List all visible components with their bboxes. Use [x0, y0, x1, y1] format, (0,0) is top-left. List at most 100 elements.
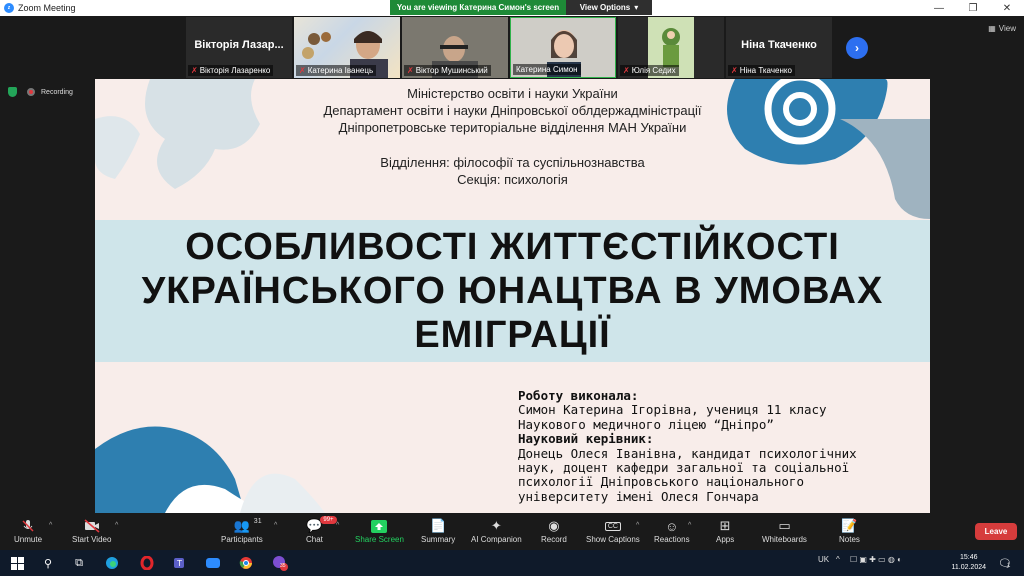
window-title: Zoom Meeting	[18, 3, 76, 13]
chat-badge: 99+	[320, 516, 337, 524]
department-line: Департамент освіти і науки Дніпровської …	[323, 103, 702, 118]
viber-icon[interactable]: 35	[272, 555, 288, 571]
participants-label: Participants	[221, 535, 263, 544]
author-block: Роботу виконала: Симон Катерина Ігорівна…	[518, 388, 928, 504]
unmute-label: Unmute	[14, 535, 43, 544]
participant-big-name: Вікторія Лазар...	[194, 39, 284, 51]
share-screen-icon	[371, 517, 388, 535]
notes-button[interactable]: 📝 Notes	[839, 517, 860, 544]
participant-label: Катерина Симон	[513, 64, 581, 75]
participants-icon: 👥 31	[233, 518, 262, 533]
department-info: Відділення: філософії та суспільнознавст…	[380, 155, 645, 170]
apps-icon: ⊞	[719, 518, 731, 533]
title-line: ЕМІГРАЦІЇ	[414, 314, 611, 356]
participant-tile[interactable]: Катерина Симон	[510, 17, 616, 78]
author-line: Наукового медичного ліцею “Дніпро”	[518, 416, 774, 432]
task-view-icon[interactable]: ⧉	[71, 555, 87, 571]
notification-count: 1	[1007, 563, 1011, 569]
windows-start-icon[interactable]	[9, 555, 25, 571]
leave-button[interactable]: Leave	[975, 523, 1017, 540]
tray-icons[interactable]: ☐ ▣ ✚ ▭ ◍ ◐	[850, 555, 902, 564]
opera-icon[interactable]	[139, 555, 155, 571]
security-shield-icon	[8, 87, 17, 97]
clock[interactable]: 15:46 11.02.2024	[951, 553, 986, 573]
chevron-up-icon[interactable]: ^	[274, 522, 277, 529]
view-options-button[interactable]: View Options ▾	[566, 0, 652, 15]
search-icon[interactable]: ⚲	[40, 555, 56, 571]
viber-badge: 35	[280, 563, 286, 569]
title-line: УКРАЇНСЬКОГО ЮНАЦТВА В УМОВАХ	[141, 270, 884, 312]
grid-icon: ▦	[988, 24, 996, 33]
chrome-icon[interactable]	[238, 555, 254, 571]
edge-icon[interactable]	[104, 555, 120, 571]
zoom-logo-icon: z	[4, 3, 14, 13]
reactions-button[interactable]: ☺ Reactions	[654, 517, 690, 545]
participants-button[interactable]: 👥 31 Participants	[221, 517, 263, 544]
mic-muted-icon: ✗	[731, 66, 738, 75]
participant-label: ✗ Віктор Мушинський	[404, 65, 491, 76]
shared-screen-slide: Міністерство освіти і науки України Депа…	[95, 79, 930, 513]
zoom-app-icon[interactable]	[205, 555, 221, 571]
view-options-label: View Options	[579, 3, 631, 12]
supervisor-line: університету імені Олеся Гончара	[518, 488, 759, 504]
branch-line: Дніпропетровське територіальне відділенн…	[338, 120, 687, 135]
participant-name: Ніна Ткаченко	[739, 66, 792, 75]
clock-date: 11.02.2024	[951, 564, 986, 571]
start-video-button[interactable]: Start Video	[72, 517, 111, 544]
whiteboards-label: Whiteboards	[762, 535, 807, 544]
participant-tile[interactable]: Вікторія Лазар... ✗ Вікторія Лазаренко	[186, 17, 292, 78]
participant-name: Катерина Симон	[516, 65, 578, 74]
chevron-up-icon[interactable]: ^	[336, 522, 339, 529]
emoji-icon: ☺	[665, 518, 679, 534]
ai-companion-button[interactable]: ✦ AI Companion	[471, 517, 522, 544]
unmute-button[interactable]: Unmute	[14, 517, 42, 544]
mic-muted-icon: ✗	[299, 66, 306, 75]
participant-name: Юлія Седих	[631, 66, 676, 75]
mic-muted-icon	[21, 517, 35, 535]
chat-button[interactable]: 💬 99+ Chat	[306, 516, 337, 544]
summary-label: Summary	[421, 535, 456, 544]
ministry-line: Міністерство освіти і науки України	[407, 86, 618, 101]
window-controls: — ❐ ✕	[922, 0, 1024, 16]
summary-icon: 📄	[430, 518, 447, 533]
record-button[interactable]: ◉ Record	[541, 517, 567, 544]
recording-icon	[27, 88, 35, 96]
participant-tile[interactable]: Ніна Ткаченко ✗ Ніна Ткаченко	[726, 17, 832, 78]
supervisor-heading: Науковий керівник:	[518, 431, 654, 447]
teams-icon[interactable]: T	[172, 555, 188, 571]
section-info: Секція: психологія	[457, 172, 568, 187]
apps-button[interactable]: ⊞ Apps	[716, 517, 734, 544]
maximize-icon[interactable]: ❐	[956, 0, 990, 16]
status-indicators: Recording	[8, 87, 73, 97]
share-screen-button[interactable]: Share Screen	[355, 517, 404, 544]
author-heading: Роботу виконала:	[518, 388, 639, 403]
chevron-up-icon[interactable]: ^	[49, 522, 52, 529]
participant-tile[interactable]: ✗ Юлія Седих	[618, 17, 724, 78]
captions-icon: CC	[604, 517, 621, 535]
language-indicator[interactable]: UK	[818, 555, 829, 564]
chevron-down-icon: ▾	[634, 3, 639, 12]
show-captions-label: Show Captions	[586, 535, 640, 544]
show-captions-button[interactable]: CC Show Captions	[586, 517, 640, 544]
close-icon[interactable]: ✕	[990, 0, 1024, 16]
chevron-up-icon[interactable]: ^	[115, 522, 118, 529]
participant-label: ✗ Вікторія Лазаренко	[188, 65, 274, 76]
notification-icon[interactable]: 🗨 1	[997, 555, 1013, 571]
minimize-icon[interactable]: —	[922, 0, 956, 16]
participant-tile[interactable]: ✗ Віктор Мушинський	[402, 17, 508, 78]
windows-taskbar: ⚲ ⧉ T 35 UK ^ ☐ ▣ ✚ ▭ ◍ ◐ 15:46 11.02.20…	[0, 550, 1024, 576]
mic-muted-icon: ✗	[191, 66, 198, 75]
summary-button[interactable]: 📄 Summary	[421, 517, 455, 544]
participant-tile[interactable]: ✗ Катерина Іванець	[294, 17, 400, 78]
view-button[interactable]: ▦ View	[988, 24, 1016, 33]
slide-header: Міністерство освіти і науки України Депа…	[95, 85, 930, 188]
supervisor-line: наук, доцент кафедри загальної та соціал…	[518, 460, 850, 476]
slide-title: ОСОБЛИВОСТІ ЖИТТЄСТІЙКОСТІ УКРАЇНСЬКОГО …	[95, 225, 930, 357]
chevron-up-icon[interactable]: ^	[836, 555, 840, 564]
next-page-button[interactable]: ›	[846, 37, 868, 59]
chevron-up-icon[interactable]: ^	[688, 522, 691, 529]
title-line: ОСОБЛИВОСТІ ЖИТТЄСТІЙКОСТІ	[185, 226, 840, 268]
record-icon: ◉	[548, 518, 560, 533]
whiteboards-button[interactable]: ▭ Whiteboards	[762, 517, 807, 544]
chevron-up-icon[interactable]: ^	[636, 522, 639, 529]
